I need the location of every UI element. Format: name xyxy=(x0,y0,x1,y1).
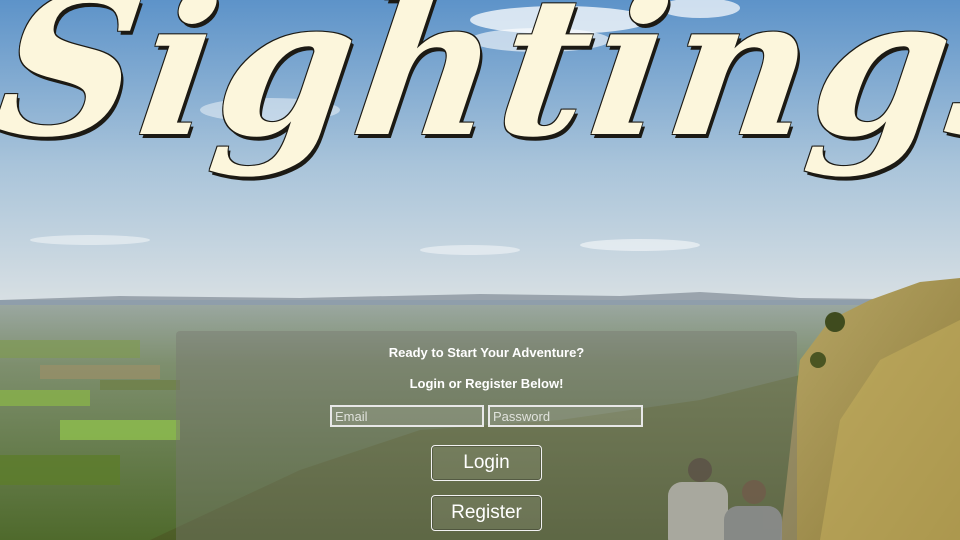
panel-subheading: Login or Register Below! xyxy=(409,376,564,391)
landing-page: Sightings Ready to Start Your Adventure?… xyxy=(0,0,960,540)
login-button[interactable]: Login xyxy=(431,445,542,481)
panel-heading: Ready to Start Your Adventure? xyxy=(388,345,585,360)
register-button[interactable]: Register xyxy=(431,495,542,531)
password-field[interactable] xyxy=(488,405,643,427)
login-panel: Ready to Start Your Adventure? Login or … xyxy=(176,331,797,540)
app-title: Sightings xyxy=(0,0,960,180)
email-field[interactable] xyxy=(330,405,484,427)
